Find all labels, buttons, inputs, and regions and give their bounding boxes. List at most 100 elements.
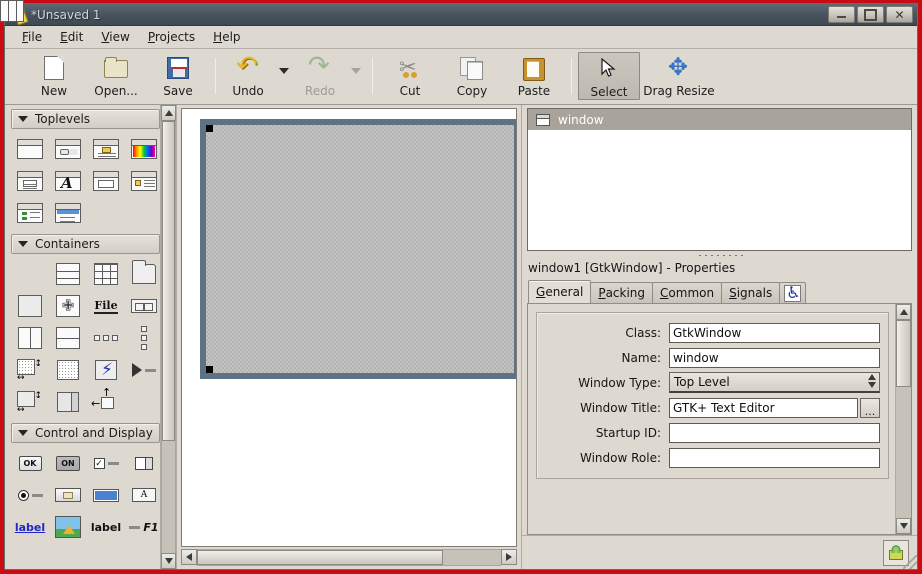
palette-item-dialog[interactable] [51, 134, 85, 164]
selection-handle-bottom-left[interactable] [206, 366, 213, 373]
toolbar-open-button[interactable]: Open... [85, 52, 147, 104]
property-input-window-title[interactable]: GTK+ Text Editor [669, 397, 858, 418]
palette-item-viewport[interactable] [51, 355, 85, 385]
palette-item-hbutton-box[interactable] [127, 291, 160, 321]
property-row-startup-id: Startup ID: [545, 420, 880, 445]
palette-item-image[interactable] [51, 512, 85, 542]
menu-projects[interactable]: Projects [139, 27, 204, 47]
palette-item-link-button[interactable]: label [13, 512, 47, 542]
palette-item-notebook[interactable] [127, 259, 160, 289]
palette-item-recent-chooser-dialog[interactable] [13, 198, 47, 228]
palette-item-toggle-button[interactable]: ON [51, 448, 85, 478]
menu-edit[interactable]: Edit [51, 27, 92, 47]
toolbar-copy-button[interactable]: Copy [441, 52, 503, 104]
palette-item-input-dialog[interactable] [89, 166, 123, 196]
canvas-scroll-left-button[interactable] [181, 549, 197, 565]
palette-item-vpaned[interactable] [51, 323, 85, 353]
property-input-name[interactable]: window [669, 347, 880, 368]
tab-accessibility[interactable] [779, 282, 807, 303]
palette-item-scrolled-window[interactable]: ↕ ↔ [13, 355, 47, 385]
toolbar-cut-button[interactable]: Cut [379, 52, 441, 104]
menu-help[interactable]: Help [204, 27, 249, 47]
palette-item-event-box[interactable]: ⚡ [89, 355, 123, 385]
palette-item-expander[interactable] [127, 355, 160, 385]
palette-item-font-selection-dialog[interactable]: A [51, 166, 85, 196]
palette-scroll-up-button[interactable] [161, 105, 176, 121]
palette-item-assistant[interactable] [127, 166, 160, 196]
palette-item-file-chooser-dialog[interactable] [51, 198, 85, 228]
tab-general[interactable]: General [528, 280, 592, 303]
palette-item-layout[interactable] [51, 387, 85, 417]
widget-tree[interactable]: window [527, 108, 912, 251]
palette-item-about-dialog[interactable] [13, 166, 47, 196]
properties-scroll-down-button[interactable] [896, 518, 911, 534]
palette-item-handle-box[interactable]: ↕ ↔ [13, 387, 47, 417]
menu-view[interactable]: View [92, 27, 138, 47]
palette-item-hbox[interactable] [0, 0, 47, 289]
toolbar-new-button[interactable]: New [23, 52, 85, 104]
palette-item-message-dialog[interactable] [89, 134, 123, 164]
canvas-scroll-track[interactable] [197, 549, 501, 566]
palette-group-toplevels[interactable]: Toplevels [11, 109, 160, 129]
palette-item-window[interactable] [13, 134, 47, 164]
palette-group-containers[interactable]: Containers [11, 234, 160, 254]
toolbar-undo-dropdown[interactable] [274, 52, 294, 104]
properties-scroll-track[interactable] [896, 320, 911, 518]
property-combo-window-type[interactable]: Top Level [669, 372, 880, 393]
palette-item-fixed[interactable]: File [89, 291, 123, 321]
palette-item-progress-bar[interactable] [89, 480, 123, 510]
palette-item-hpaned[interactable] [13, 323, 47, 353]
design-canvas[interactable] [181, 108, 517, 547]
menu-file[interactable]: File [13, 27, 51, 47]
canvas-scroll-right-button[interactable] [501, 549, 517, 565]
palette-item-check-button[interactable]: ✓ [89, 448, 123, 478]
properties-scroll-up-button[interactable] [896, 304, 911, 320]
palette-item-vbutton-box[interactable] [89, 323, 123, 353]
pane-splitter-handle[interactable] [522, 251, 917, 260]
property-window-title-edit-button[interactable]: ... [860, 397, 880, 418]
canvas-horizontal-scrollbar[interactable] [181, 549, 517, 566]
palette-item-table[interactable] [89, 259, 123, 289]
toolbar-select-button[interactable]: Select [578, 52, 640, 100]
palette-scroll-thumb[interactable] [162, 121, 175, 441]
design-window-widget[interactable] [200, 119, 516, 379]
clipboard-icon [521, 55, 547, 81]
widget-tree-row-window[interactable]: window [528, 109, 911, 130]
palette-item-radio-button[interactable] [13, 480, 47, 510]
property-input-startup-id[interactable] [669, 422, 880, 443]
property-input-window-role[interactable] [669, 447, 880, 468]
palette-item-vdots[interactable] [127, 323, 160, 353]
canvas-scroll-thumb[interactable] [197, 550, 444, 565]
palette-item-accel-label[interactable]: F1 [127, 512, 160, 542]
palette-item-font-button[interactable]: A [127, 480, 160, 510]
resize-grip-icon[interactable] [903, 555, 917, 569]
toolbar-undo-button[interactable]: Undo [222, 52, 274, 104]
palette-group-control-and-display[interactable]: Control and Display [11, 423, 160, 443]
palette-item-vbox[interactable] [51, 259, 85, 289]
toolbar-drag-resize-button[interactable]: Drag Resize [640, 52, 718, 104]
toolbar-save-button[interactable]: Save [147, 52, 209, 104]
palette-scrollbar[interactable] [160, 105, 176, 569]
palette-item-frame[interactable] [13, 291, 47, 321]
minimize-button[interactable] [828, 6, 855, 23]
palette-item-label[interactable]: label [89, 512, 123, 542]
palette-item-offscreen-window[interactable]: ↑ ← [89, 386, 123, 417]
close-button[interactable]: ✕ [886, 6, 913, 23]
properties-scrollbar[interactable] [895, 304, 911, 534]
palette-scroll-down-button[interactable] [161, 553, 176, 569]
palette-item-spin-button[interactable] [127, 448, 160, 478]
tab-packing[interactable]: Packing [590, 282, 654, 303]
tab-signals[interactable]: Signals [721, 282, 781, 303]
palette-item-file-chooser-button[interactable] [51, 480, 85, 510]
palette-item-color-selection-dialog[interactable] [127, 134, 160, 164]
toolbar-paste-button[interactable]: Paste [503, 52, 565, 104]
window-tree-icon [536, 113, 550, 126]
palette-item-alignment[interactable]: ✙ [51, 291, 85, 321]
palette-scroll-track[interactable] [161, 121, 176, 553]
maximize-button[interactable] [857, 6, 884, 23]
property-row-window-type: Window Type: Top Level [545, 370, 880, 395]
properties-scroll-thumb[interactable] [896, 320, 911, 388]
palette-item-button[interactable]: OK [13, 448, 47, 478]
selection-handle-top-left[interactable] [206, 125, 213, 132]
tab-common[interactable]: Common [652, 282, 723, 303]
